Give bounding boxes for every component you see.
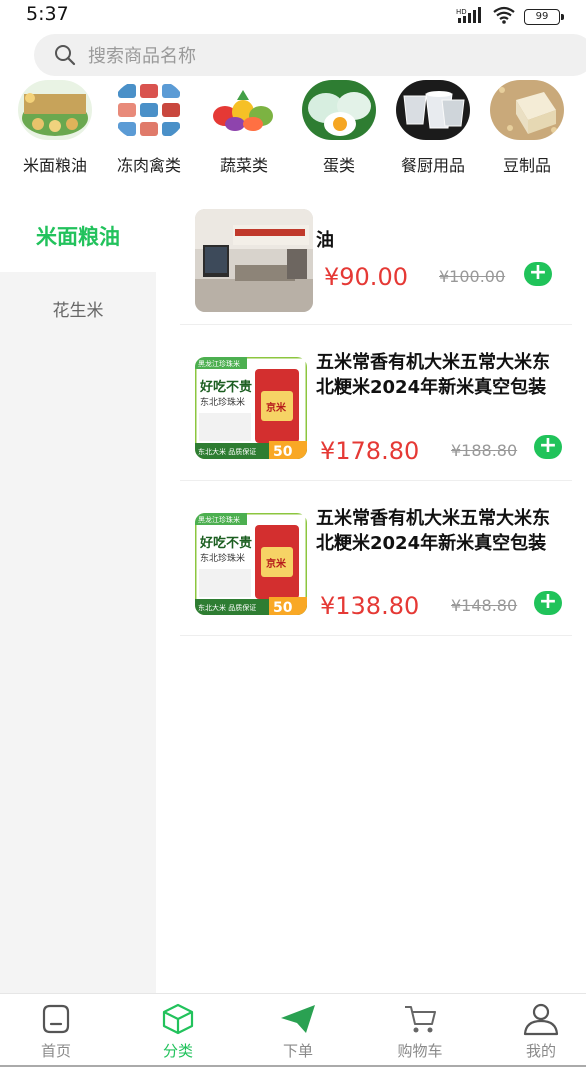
product-image-office bbox=[195, 209, 313, 312]
send-order-icon bbox=[281, 1005, 315, 1033]
tofu-image bbox=[490, 80, 564, 140]
product-name: 五米常香有机大米五常大米东北粳米2024年新米真空包装 bbox=[316, 352, 550, 398]
product-original-price: ¥188.80 bbox=[451, 441, 518, 460]
product-price: ¥178.80 bbox=[320, 437, 420, 465]
rice-weight: 50 bbox=[273, 600, 293, 615]
tab-label: 下单 bbox=[282, 1042, 313, 1060]
search-placeholder: 搜索商品名称 bbox=[88, 46, 196, 67]
product-name: 油 bbox=[316, 230, 334, 251]
bottom-tab-bar: 首页 分类 下单 购物车 我的 bbox=[0, 993, 586, 1067]
product-price: ¥138.80 bbox=[320, 592, 420, 620]
home-icon bbox=[42, 1004, 70, 1034]
category-label: 餐厨用品 bbox=[400, 156, 465, 175]
rice-tag: 黑龙江珍珠米 bbox=[198, 515, 240, 524]
rice-badge: 东北大米 品质保证 bbox=[198, 447, 256, 456]
tab-label: 我的 bbox=[525, 1042, 556, 1060]
rice-sub: 东北珍珠米 bbox=[200, 396, 245, 408]
rice-slogan: 好吃不贵 bbox=[199, 535, 252, 551]
tab-order[interactable]: 下单 bbox=[258, 1002, 338, 1061]
category-label: 蛋类 bbox=[322, 156, 355, 175]
category-strip: 米面粮油 冻肉禽类 蔬菜类 蛋类 餐厨用品 豆制品 bbox=[0, 80, 586, 180]
category-eggs[interactable]: 蛋类 bbox=[291, 80, 387, 176]
category-label: 豆制品 bbox=[502, 156, 551, 175]
profile-icon bbox=[523, 1003, 559, 1036]
cart-icon bbox=[405, 1006, 436, 1033]
rice-tag: 黑龙江珍珠米 bbox=[198, 359, 240, 368]
category-sidebar: 米面粮油 花生米 bbox=[0, 200, 156, 993]
category-frozen-meat[interactable]: 冻肉禽类 bbox=[101, 80, 197, 176]
product-original-price: ¥100.00 bbox=[439, 267, 506, 286]
category-tofu[interactable]: 豆制品 bbox=[479, 80, 575, 176]
rice-slogan: 好吃不贵 bbox=[199, 379, 252, 395]
add-to-cart-button[interactable]: + bbox=[534, 591, 562, 615]
product-card[interactable]: 油 ¥90.00 ¥100.00 + bbox=[180, 200, 572, 325]
product-price: ¥90.00 bbox=[324, 263, 408, 291]
tab-label: 分类 bbox=[162, 1042, 193, 1060]
category-label: 蔬菜类 bbox=[219, 156, 268, 175]
tab-cart[interactable]: 购物车 bbox=[380, 1002, 460, 1061]
category-label: 米面粮油 bbox=[22, 156, 87, 175]
wifi-icon bbox=[492, 6, 516, 28]
product-card[interactable]: 黑龙江珍珠米 好吃不贵 东北珍珠米 京米 东北大米 品质保证 50 五米常香有机… bbox=[180, 325, 572, 481]
product-name: 五米常香有机大米五常大米东北粳米2024年新米真空包装 bbox=[316, 508, 550, 554]
search-bar[interactable]: 搜索商品名称 bbox=[34, 34, 586, 76]
status-bar: 5:37 HD 99 bbox=[0, 0, 586, 30]
category-label: 冻肉禽类 bbox=[116, 156, 181, 175]
category-grain-oil[interactable]: 米面粮油 bbox=[7, 80, 103, 176]
rice-bag-text: 京米 bbox=[266, 401, 287, 414]
category-vegetables[interactable]: 蔬菜类 bbox=[196, 80, 292, 176]
tab-label: 购物车 bbox=[397, 1042, 443, 1060]
kitchenware-image bbox=[396, 80, 470, 140]
vegetables-image bbox=[207, 80, 281, 140]
product-card[interactable]: 黑龙江珍珠米 好吃不贵 东北珍珠米 京米 东北大米 品质保证 50 五米常香有机… bbox=[180, 481, 572, 636]
product-image-rice: 黑龙江珍珠米 好吃不贵 东北珍珠米 京米 东北大米 品质保证 50 bbox=[195, 357, 307, 459]
status-icons: HD 99 bbox=[456, 6, 564, 28]
signal-icon: HD bbox=[456, 7, 484, 27]
product-image-rice: 黑龙江珍珠米 好吃不贵 东北珍珠米 京米 东北大米 品质保证 50 bbox=[195, 513, 307, 615]
category-kitchenware[interactable]: 餐厨用品 bbox=[385, 80, 481, 176]
status-time: 5:37 bbox=[26, 3, 69, 25]
sidebar-item-peanut[interactable]: 花生米 bbox=[0, 272, 156, 344]
add-to-cart-button[interactable]: + bbox=[524, 262, 552, 286]
tab-category[interactable]: 分类 bbox=[138, 1002, 218, 1061]
network-type: HD bbox=[456, 8, 467, 16]
tab-mine[interactable]: 我的 bbox=[501, 1002, 581, 1061]
tab-home[interactable]: 首页 bbox=[16, 1002, 96, 1061]
category-box-icon bbox=[162, 1003, 194, 1035]
rice-sub: 东北珍珠米 bbox=[200, 552, 245, 564]
rice-weight: 50 bbox=[273, 444, 293, 459]
frozen-meat-image bbox=[112, 80, 186, 140]
rice-bag-text: 京米 bbox=[266, 557, 287, 570]
rice-badge: 东北大米 品质保证 bbox=[198, 603, 256, 612]
product-original-price: ¥148.80 bbox=[451, 596, 518, 615]
search-icon bbox=[55, 45, 76, 66]
add-to-cart-button[interactable]: + bbox=[534, 435, 562, 459]
tab-label: 首页 bbox=[40, 1042, 71, 1060]
battery-icon: 99 bbox=[524, 9, 564, 25]
eggs-image bbox=[302, 80, 376, 140]
grain-oil-image bbox=[18, 80, 92, 140]
sidebar-item-grain-oil[interactable]: 米面粮油 bbox=[0, 200, 156, 272]
